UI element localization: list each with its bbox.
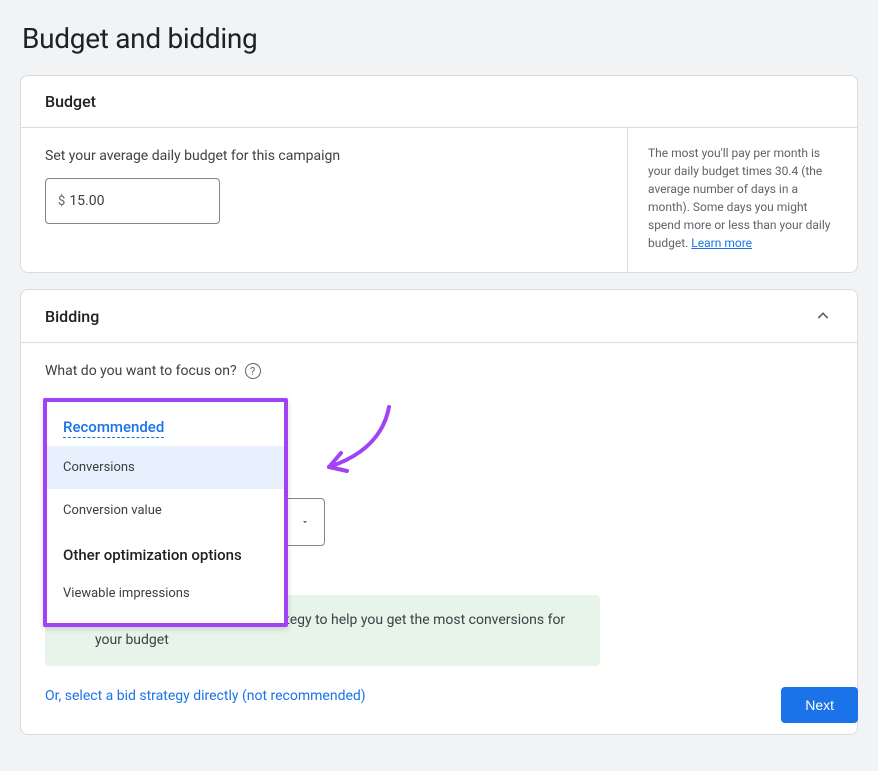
- budget-help-text: The most you'll pay per month is your da…: [648, 146, 830, 250]
- bidding-card: Bidding What do you want to focus on? ? …: [20, 289, 858, 735]
- select-strategy-directly-link[interactable]: Or, select a bid strategy directly (not …: [45, 688, 366, 704]
- next-button[interactable]: Next: [781, 687, 858, 723]
- budget-card: Budget Set your average daily budget for…: [20, 75, 858, 273]
- dropdown-option-conversions[interactable]: Conversions: [47, 446, 284, 489]
- focus-dropdown: Recommended Conversions Conversion value…: [43, 398, 288, 627]
- budget-title: Budget: [45, 92, 96, 111]
- dropdown-option-viewable-impressions[interactable]: Viewable impressions: [47, 572, 284, 615]
- help-icon[interactable]: ?: [245, 363, 261, 379]
- budget-card-header: Budget: [21, 76, 857, 128]
- budget-label: Set your average daily budget for this c…: [45, 148, 597, 164]
- page-title: Budget and bidding: [22, 22, 858, 55]
- currency-symbol: $: [58, 194, 65, 209]
- budget-input-wrapper[interactable]: $ 15.00: [45, 178, 220, 224]
- focus-label: What do you want to focus on?: [45, 363, 237, 379]
- collapse-icon[interactable]: [813, 306, 833, 326]
- budget-help-panel: The most you'll pay per month is your da…: [627, 128, 857, 272]
- dropdown-recommended-heading: Recommended: [63, 418, 164, 438]
- budget-amount-input[interactable]: 15.00: [69, 193, 207, 209]
- focus-select[interactable]: [285, 498, 325, 546]
- bidding-title: Bidding: [45, 307, 99, 326]
- annotation-arrow-icon: [311, 399, 401, 488]
- learn-more-link[interactable]: Learn more: [691, 236, 752, 250]
- dropdown-other-heading: Other optimization options: [47, 532, 284, 572]
- bidding-card-header[interactable]: Bidding: [21, 290, 857, 343]
- dropdown-option-conversion-value[interactable]: Conversion value: [47, 489, 284, 532]
